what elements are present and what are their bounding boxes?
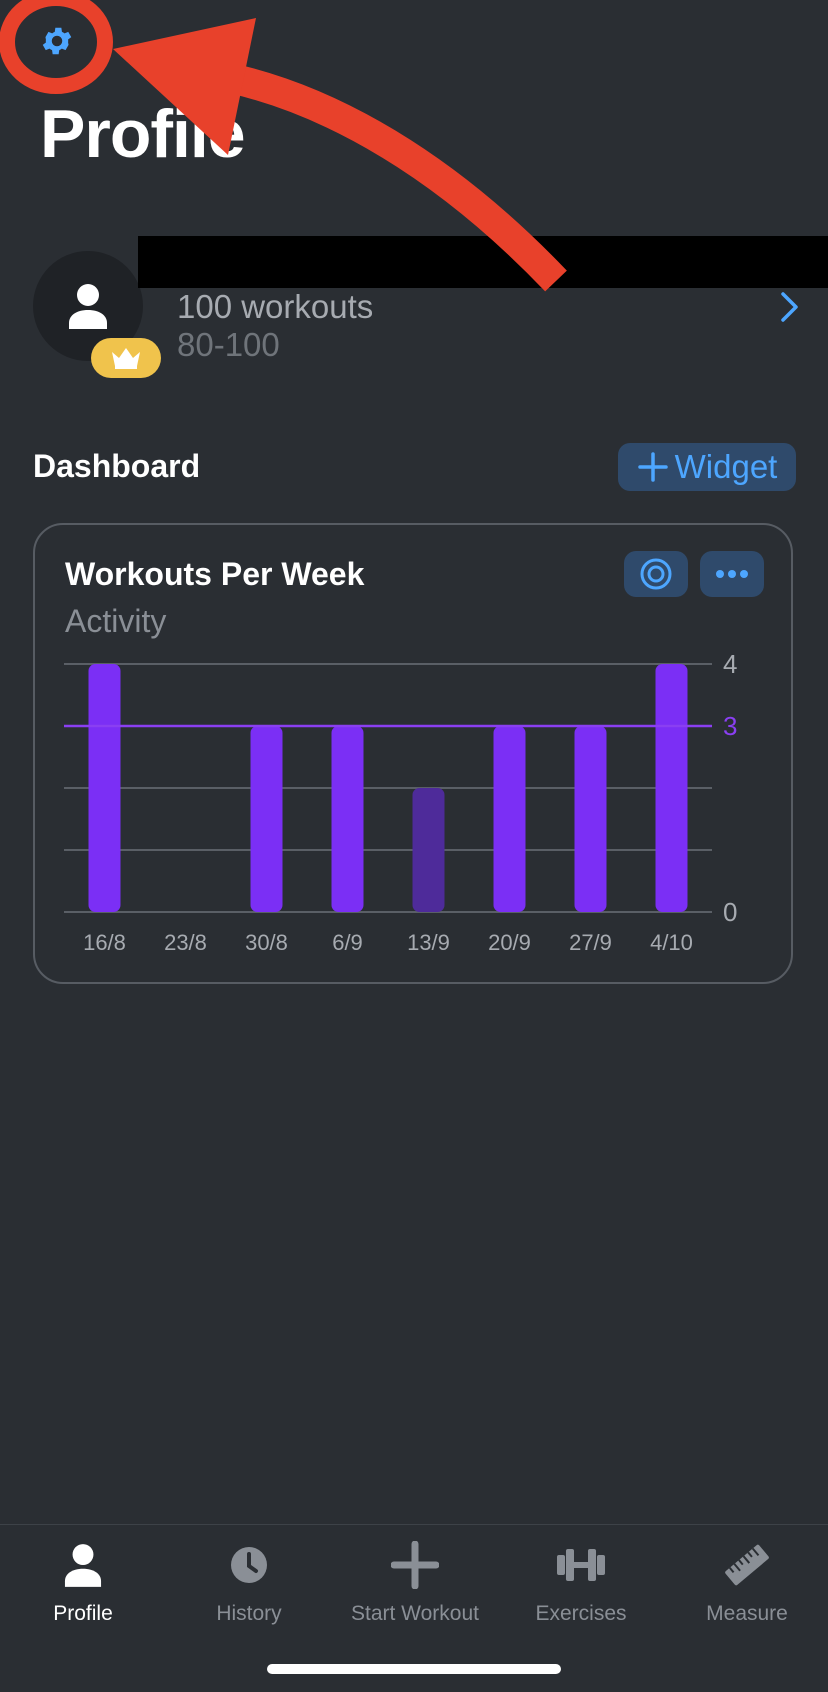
x-tick-label: 4/10 — [650, 930, 693, 955]
widget-title: Workouts Per Week — [65, 556, 365, 592]
more-options-button[interactable] — [700, 551, 764, 597]
crown-icon — [112, 348, 140, 369]
chart-bar — [331, 726, 364, 912]
ellipsis-icon — [716, 570, 748, 578]
x-tick-label: 27/9 — [569, 930, 612, 955]
tab-label: Start Workout — [351, 1602, 479, 1625]
person-icon — [64, 1544, 102, 1587]
chart-bar — [574, 726, 607, 912]
tab-measure[interactable]: Measure — [664, 1540, 828, 1650]
x-tick-label: 6/9 — [332, 930, 363, 955]
dumbbell-icon — [557, 1549, 605, 1581]
ruler-icon — [725, 1544, 769, 1586]
tab-profile[interactable]: Profile — [0, 1540, 166, 1650]
tab-label: History — [216, 1602, 282, 1625]
tab-start-workout[interactable]: Start Workout — [332, 1540, 498, 1650]
gear-icon — [42, 27, 72, 55]
tab-label: Profile — [53, 1602, 113, 1625]
x-tick-label: 23/8 — [164, 930, 207, 955]
goal-button[interactable] — [624, 551, 688, 597]
pro-badge — [91, 338, 161, 378]
plus-icon — [391, 1541, 439, 1589]
tab-history[interactable]: History — [166, 1540, 332, 1650]
x-tick-label: 13/9 — [407, 930, 450, 955]
workouts-count: 100 workouts — [177, 288, 374, 325]
goal-tick-label: 3 — [723, 711, 737, 741]
chart-bar — [250, 726, 283, 912]
y-tick-label: 4 — [723, 649, 737, 679]
add-widget-button[interactable]: Widget — [618, 443, 796, 491]
tab-exercises[interactable]: Exercises — [498, 1540, 664, 1650]
page-title: Profile — [40, 96, 246, 172]
person-icon — [69, 284, 107, 329]
y-tick-label: 0 — [723, 897, 737, 927]
dashboard-title: Dashboard — [33, 448, 201, 484]
clock-icon — [231, 1547, 267, 1583]
workout-level: 80-100 — [177, 326, 280, 363]
x-tick-label: 16/8 — [83, 930, 126, 955]
add-widget-label: Widget — [674, 448, 778, 485]
chart-bar — [493, 726, 526, 912]
plus-icon — [637, 452, 668, 482]
workouts-bar-chart: 16/8 23/8 30/8 6/9 13/9 20/9 27/9 4/10 0 3 4 — [64, 649, 737, 955]
tab-label: Measure — [706, 1602, 788, 1625]
home-indicator — [267, 1664, 561, 1674]
chart-bar — [412, 788, 445, 912]
settings-button[interactable] — [27, 18, 87, 64]
tab-label: Exercises — [535, 1602, 627, 1625]
target-icon — [640, 558, 672, 590]
chart-bar — [655, 664, 688, 912]
widget-subtitle: Activity — [65, 603, 167, 639]
chart-bar — [88, 664, 121, 912]
x-tick-label: 20/9 — [488, 930, 531, 955]
chevron-right-icon[interactable] — [778, 290, 802, 324]
x-tick-label: 30/8 — [245, 930, 288, 955]
redacted-username — [138, 236, 828, 288]
